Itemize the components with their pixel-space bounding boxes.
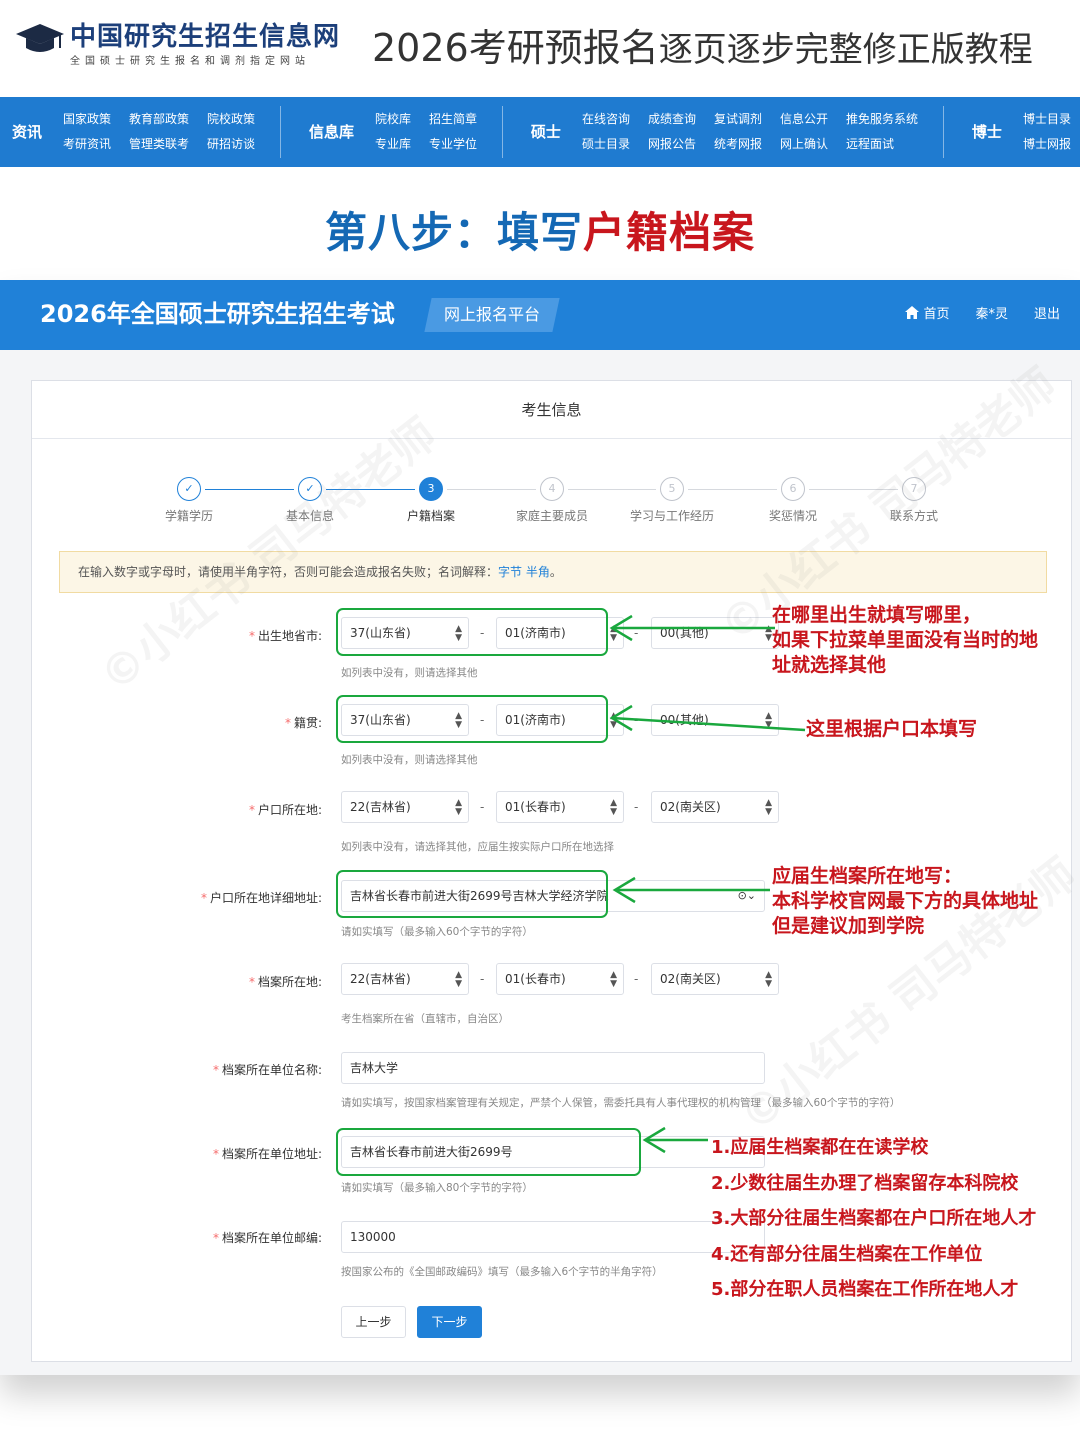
annotation-hukou-line1: 应届生档案所在地写： [772,865,963,887]
annotation-archive-line2: 2.少数往届生办理了档案留存本科院校 [711,1172,1019,1194]
tutorial-page: 中国研究生招生信息网 全国硕士研究生报名和调剂指定网站 2026考研预报名逐页逐… [0,0,1080,1442]
annotation-birthplace-line3: 址就选择其他 [772,654,887,676]
annotation-archive-line4: 4.还有部分往届生档案在工作单位 [711,1243,983,1265]
annotation-archive-line3: 3.大部分往届生档案都在户口所在地人才 [711,1208,1037,1229]
annotation-hukou-line3: 但是建议加到学院 [772,915,925,937]
annotation-birthplace: 在哪里出生就填写哪里， 如果下拉菜单里面没有当时的地 址就选择其他 [772,603,1038,678]
annotation-hukou-address: 应届生档案所在地写： 本科学校官网最下方的具体地址 但是建议加到学院 [772,864,1038,939]
annotation-birthplace-line2: 如果下拉菜单里面没有当时的地 [772,629,1039,651]
annotation-archive-line5: 5.部分在职人员档案在工作所在地人才 [711,1279,1019,1300]
annotation-hukou-line2: 本科学校官网最下方的具体地址 [772,890,1039,912]
annotation-archive: 1.应届生档案都在在读学校 2.少数往届生办理了档案留存本科院校 3.大部分往届… [711,1130,1036,1308]
annotation-archive-line1: 1.应届生档案都在在读学校 [711,1137,929,1158]
annotation-birthplace-line1: 在哪里出生就填写哪里， [772,604,982,626]
annotation-native: 这里根据户口本填写 [806,718,978,740]
